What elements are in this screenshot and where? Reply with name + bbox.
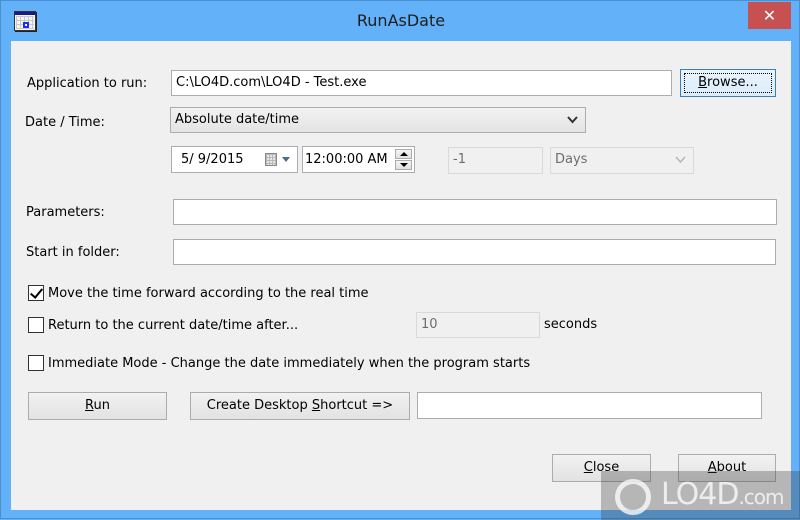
calendar-icon[interactable] [265,153,277,166]
return-after-option[interactable]: Return to the current date/time after... [28,316,298,334]
dropdown-arrow-icon[interactable] [282,157,290,162]
parameters-input[interactable] [173,199,777,225]
date-time-mode-value: Absolute date/time [175,112,300,127]
immediate-mode-checkbox[interactable] [28,355,44,371]
time-picker[interactable]: 12:00:00 AM [302,146,415,173]
immediate-mode-label: Immediate Mode - Change the date immedia… [48,355,531,371]
shortcut-label-rest: hortcut => [320,398,394,413]
close-access-key: C [583,460,593,475]
window-title: RunAsDate [356,11,446,30]
time-spinner[interactable] [395,149,412,170]
shortcut-access-key: S [311,398,321,413]
spin-down-icon[interactable] [395,160,412,170]
watermark-suffix: .com [738,485,784,509]
seconds-label: seconds [544,317,598,332]
immediate-mode-option[interactable]: Immediate Mode - Change the date immedia… [28,354,530,372]
watermark-brand: LO4D [661,477,739,512]
dialog-body: Application to run: C:\LO4D.com\LO4D - T… [11,41,791,510]
runasdate-window: RunAsDate ✕ Application to run: C:\LO4D.… [0,0,800,520]
start-in-folder-input[interactable] [173,239,776,265]
return-after-checkbox[interactable] [28,317,44,333]
close-window-button[interactable]: ✕ [748,2,791,29]
time-value: 12:00:00 AM [305,152,388,167]
title-bar[interactable]: RunAsDate ✕ [1,1,800,41]
parameters-label: Parameters: [26,205,105,220]
lo4d-watermark: LO4D.com [601,471,800,520]
chevron-down-icon [675,156,686,164]
spin-up-icon[interactable] [395,149,412,159]
create-desktop-shortcut-button[interactable]: Create Desktop Shortcut => [190,392,410,420]
browse-button[interactable]: Browse... [680,69,776,97]
relative-unit-select[interactable]: Days [550,147,694,174]
return-seconds-input[interactable]: 10 [416,312,540,338]
close-icon: ✕ [762,6,777,25]
app-to-run-input[interactable]: C:\LO4D.com\LO4D - Test.exe [171,70,672,96]
start-in-folder-label: Start in folder: [26,245,120,260]
date-time-mode-select[interactable]: Absolute date/time [170,107,586,133]
relative-unit-value: Days [555,152,588,167]
watermark-text: LO4D.com [661,477,785,512]
date-value: 5/ 9/2015 [181,152,244,167]
move-forward-option[interactable]: Move the time forward according to the r… [28,284,369,302]
shortcut-name-input[interactable] [417,392,762,419]
run-label: un [93,398,110,413]
date-picker[interactable]: 5/ 9/2015 [171,146,298,173]
move-forward-checkbox[interactable] [28,285,44,301]
return-after-label: Return to the current date/time after... [48,317,299,333]
shortcut-label-prefix: Create Desktop [206,398,312,413]
chevron-down-icon [567,116,578,124]
date-time-label: Date / Time: [25,115,105,130]
relative-amount-input[interactable]: -1 [448,147,543,174]
move-forward-label: Move the time forward according to the r… [48,285,369,301]
run-button[interactable]: Run [28,392,167,420]
app-to-run-label: Application to run: [27,76,148,91]
refresh-arrows-icon [615,479,651,515]
